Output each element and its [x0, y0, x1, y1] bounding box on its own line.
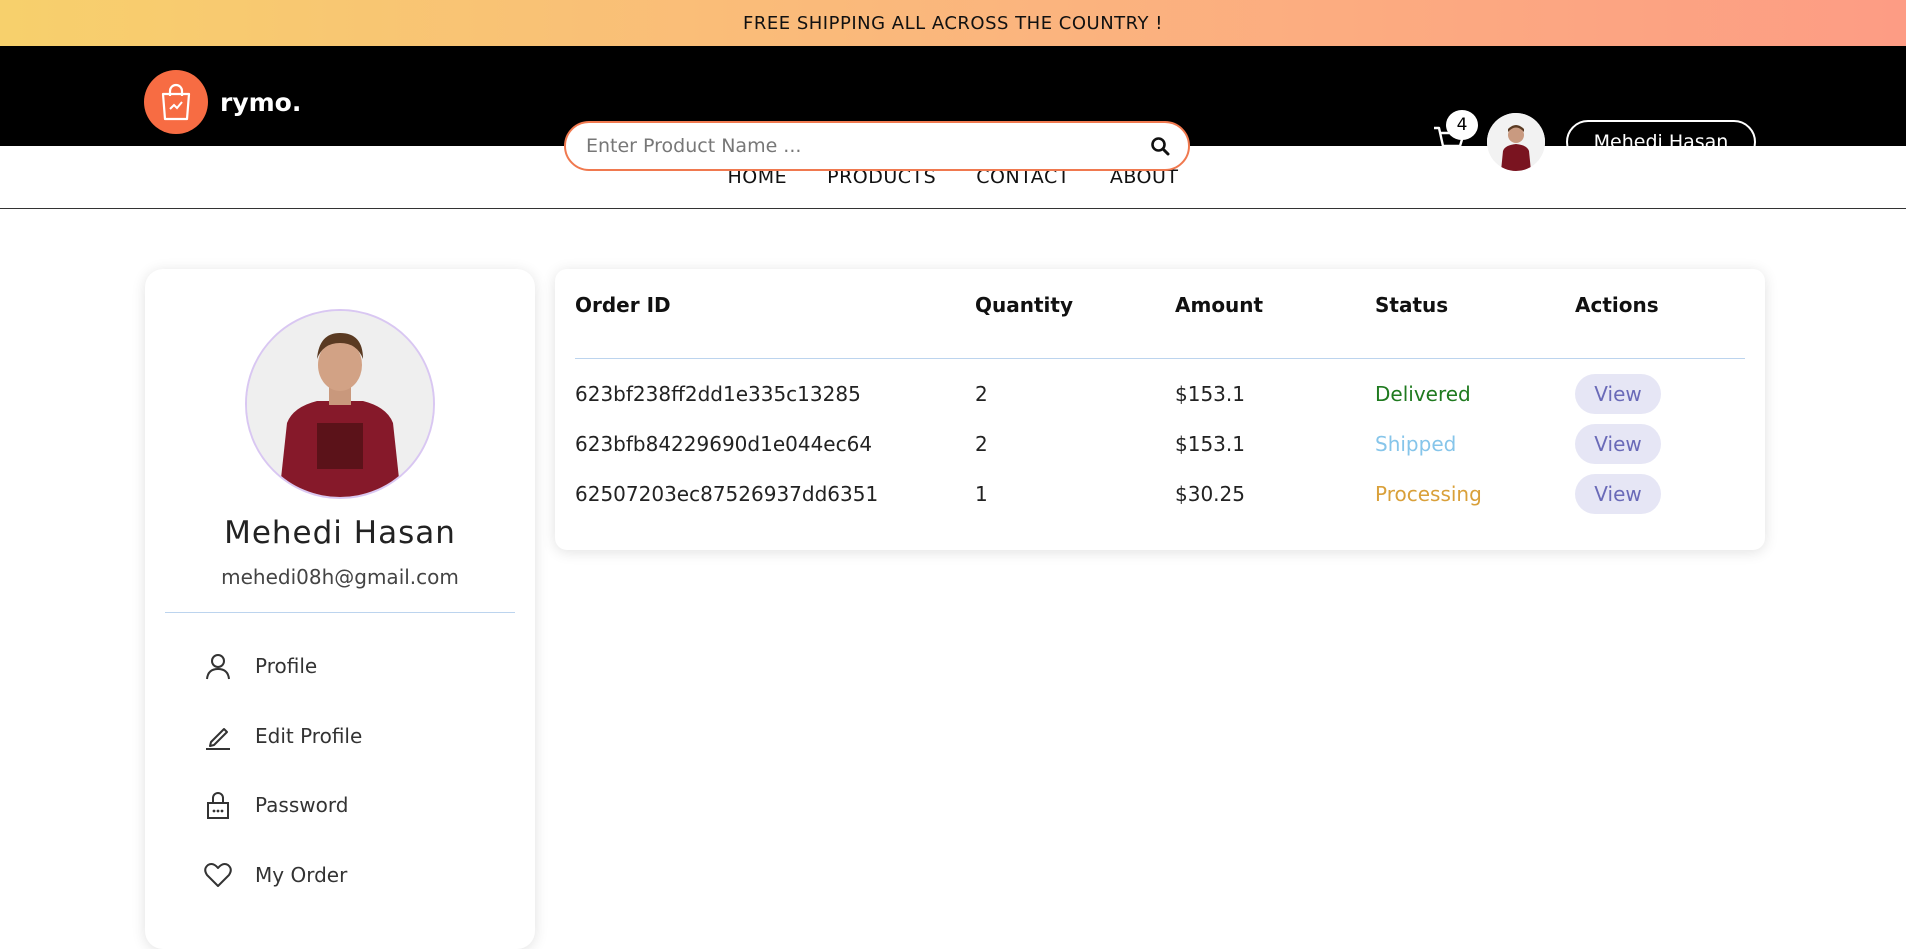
- sidebar-item-password[interactable]: Password: [203, 790, 348, 820]
- order-id: 623bf238ff2dd1e335c13285: [575, 382, 861, 406]
- brand-logo[interactable]: rymo.: [144, 70, 301, 134]
- view-order-button[interactable]: View: [1575, 424, 1661, 464]
- search-icon: [1151, 137, 1170, 156]
- order-quantity: 2: [975, 382, 988, 406]
- sidebar-item-label: Password: [255, 793, 349, 817]
- promo-text: FREE SHIPPING ALL ACROSS THE COUNTRY !: [743, 12, 1163, 34]
- order-status: Delivered: [1375, 382, 1471, 406]
- promo-banner: FREE SHIPPING ALL ACROSS THE COUNTRY !: [0, 0, 1906, 46]
- view-order-button[interactable]: View: [1575, 374, 1661, 414]
- order-id: 62507203ec87526937dd6351: [575, 482, 879, 506]
- shopping-bag-icon: [144, 70, 208, 134]
- profile-name: Mehedi Hasan: [224, 515, 456, 551]
- search-input[interactable]: [566, 123, 1138, 169]
- pencil-icon: [203, 721, 233, 751]
- user-avatar[interactable]: [1487, 113, 1545, 171]
- orders-table: Order ID Quantity Amount Status Actions …: [555, 269, 1765, 550]
- sidebar-item-profile[interactable]: Profile: [203, 651, 317, 681]
- sidebar-item-label: Edit Profile: [255, 724, 363, 748]
- search-button[interactable]: [1138, 124, 1182, 168]
- order-quantity: 2: [975, 432, 988, 456]
- order-amount: $153.1: [1175, 432, 1245, 456]
- cart-count-badge: 4: [1446, 110, 1478, 140]
- sidebar-item-label: My Order: [255, 863, 348, 887]
- brand-name: rymo.: [220, 87, 302, 117]
- site-header: rymo. 4 Mehedi Hasan: [0, 46, 1906, 171]
- sidebar-item-my-order[interactable]: My Order: [203, 860, 347, 890]
- column-header-actions: Actions: [1575, 293, 1659, 317]
- order-amount: $30.25: [1175, 482, 1245, 506]
- heart-icon: [203, 860, 233, 890]
- order-quantity: 1: [975, 482, 988, 506]
- profile-email: mehedi08h@gmail.com: [221, 565, 459, 589]
- order-status: Processing: [1375, 482, 1482, 506]
- sidebar-item-edit-profile[interactable]: Edit Profile: [203, 721, 362, 751]
- order-id: 623bfb84229690d1e044ec64: [575, 432, 873, 456]
- sidebar-item-label: Profile: [255, 654, 318, 678]
- user-icon: [203, 651, 233, 681]
- column-header-status: Status: [1375, 293, 1449, 317]
- order-status: Shipped: [1375, 432, 1457, 456]
- profile-avatar: [245, 309, 435, 499]
- view-order-button[interactable]: View: [1575, 474, 1661, 514]
- column-header-quantity: Quantity: [975, 293, 1073, 317]
- user-menu-button[interactable]: Mehedi Hasan: [1566, 120, 1756, 164]
- column-header-amount: Amount: [1175, 293, 1264, 317]
- lock-icon: [203, 790, 233, 820]
- table-header-divider: [575, 358, 1745, 359]
- order-amount: $153.1: [1175, 382, 1245, 406]
- column-header-order-id: Order ID: [575, 293, 671, 317]
- search-bar: [564, 121, 1190, 171]
- profile-divider: [165, 612, 515, 613]
- profile-sidebar: Mehedi Hasan mehedi08h@gmail.com Profile…: [145, 269, 535, 949]
